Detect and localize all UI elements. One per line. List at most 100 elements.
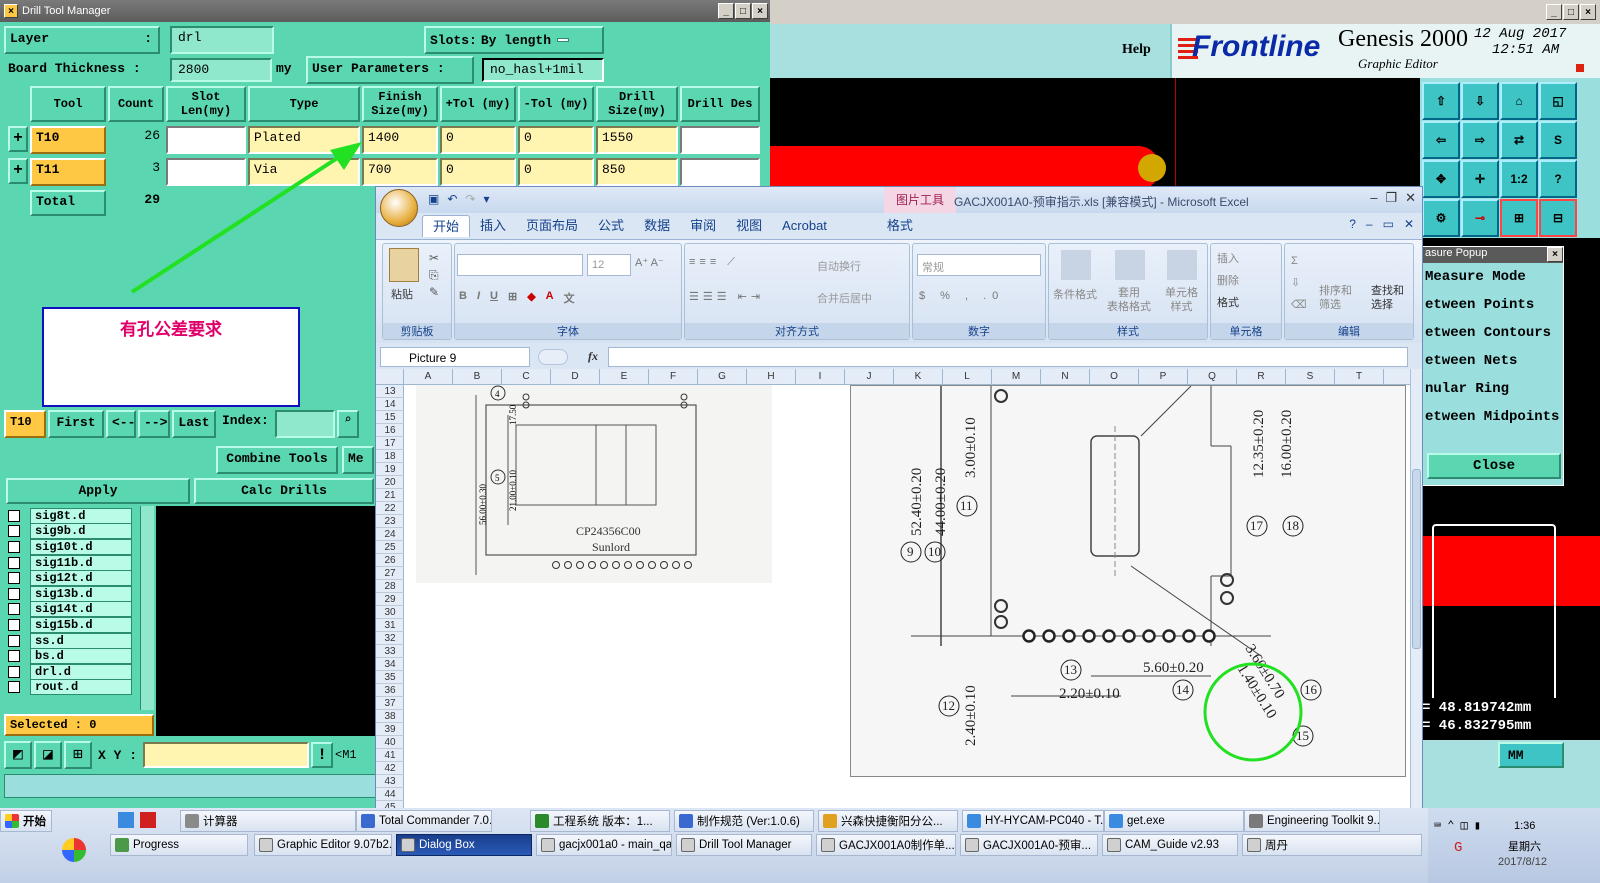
redo-icon[interactable]: ↷ xyxy=(465,192,475,206)
measure-close-button[interactable]: Close xyxy=(1427,453,1561,479)
layer-list-item[interactable]: sig9b.d xyxy=(8,523,132,540)
paste-icon[interactable] xyxy=(389,248,419,282)
column-header-k[interactable]: K xyxy=(894,369,943,385)
measure-mode-item[interactable]: etween Points xyxy=(1425,293,1563,321)
layer-checkbox[interactable] xyxy=(8,618,20,631)
office-button[interactable] xyxy=(380,189,418,227)
taskbar-item[interactable]: 制作规范 (Ver:1.0.6) xyxy=(674,810,814,832)
row-header[interactable]: 25 xyxy=(376,541,404,554)
expand-row-icon[interactable]: + xyxy=(8,126,28,152)
column-header-j[interactable]: J xyxy=(845,369,894,385)
column-header-e[interactable]: E xyxy=(600,369,649,385)
row-header[interactable]: 44 xyxy=(376,788,404,801)
toolbar-layers-icon[interactable]: ⊟ xyxy=(1539,199,1577,237)
tab-home[interactable]: 开始 xyxy=(422,215,471,237)
mini-canvas[interactable] xyxy=(1422,488,1600,704)
taskbar-item[interactable]: Engineering Toolkit 9.... xyxy=(1244,810,1380,832)
taskbar-item[interactable]: 兴森快捷衡阳分公... xyxy=(818,810,958,832)
tab-4[interactable]: 数据 xyxy=(634,215,680,237)
taskbar-item[interactable]: CAM_Guide v2.93 xyxy=(1102,834,1238,856)
tab-1[interactable]: 插入 xyxy=(470,215,516,237)
italic-icon[interactable]: I xyxy=(477,290,480,306)
font-color-icon[interactable]: A xyxy=(546,290,554,306)
minimize-icon[interactable]: _ xyxy=(1546,4,1562,20)
row-header[interactable]: 21 xyxy=(376,489,404,502)
row-header[interactable]: 26 xyxy=(376,554,404,567)
user-params-input[interactable]: no_hasl+1mil xyxy=(482,58,604,82)
measure-mode-item[interactable]: etween Nets xyxy=(1425,349,1563,377)
underline-icon[interactable]: U xyxy=(490,290,498,306)
column-header-f[interactable]: F xyxy=(649,369,698,385)
taskbar-item[interactable]: HY-HYCAM-PC040 - T... xyxy=(962,810,1104,832)
sort-filter-button[interactable]: 排序和 筛选 xyxy=(1319,284,1352,312)
ptol-input[interactable]: 0 xyxy=(440,126,516,154)
layer-list-item[interactable]: ss.d xyxy=(8,632,132,649)
ntol-input[interactable]: 0 xyxy=(518,126,594,154)
row-header[interactable]: 16 xyxy=(376,424,404,437)
tab-6[interactable]: 视图 xyxy=(726,215,772,237)
column-header-p[interactable]: P xyxy=(1139,369,1188,385)
keyboard-icon[interactable]: ⌨ xyxy=(1434,818,1441,833)
toolbar-zoom-window-icon[interactable]: ◱ xyxy=(1539,82,1577,120)
toolbar-house-icon[interactable]: ⌂ xyxy=(1500,82,1538,120)
layer-checkbox[interactable] xyxy=(8,665,20,678)
toolbar-measure-icon[interactable]: ⊸ xyxy=(1461,199,1499,237)
fill-color-icon[interactable]: ◆ xyxy=(527,290,535,306)
layer-checkbox[interactable] xyxy=(8,525,20,538)
calc-drills-button[interactable]: Calc Drills xyxy=(194,478,374,504)
layer-checkbox[interactable] xyxy=(8,556,20,569)
layer-list-item[interactable]: sig8t.d xyxy=(8,507,132,524)
layer-list-item[interactable]: sig10t.d xyxy=(8,538,132,555)
format-table-button[interactable]: 套用 表格格式 xyxy=(1107,286,1151,314)
tab-2[interactable]: 页面布局 xyxy=(516,215,588,237)
close-icon[interactable]: ✕ xyxy=(1405,190,1416,206)
layer-list-item[interactable]: rout.d xyxy=(8,679,132,696)
layer-list-item[interactable]: sig14t.d xyxy=(8,601,132,618)
expand-row-icon[interactable]: + xyxy=(8,158,28,184)
layer-checkbox[interactable] xyxy=(8,587,20,600)
font-size-select[interactable]: 12 xyxy=(587,254,631,276)
snap-icon[interactable]: ◪ xyxy=(34,741,62,769)
percent-icon[interactable]: $ % , .0 xyxy=(919,290,1004,302)
row-header[interactable]: 28 xyxy=(376,580,404,593)
type-select[interactable]: Plated xyxy=(248,126,360,154)
formula-input[interactable] xyxy=(608,347,1408,367)
picture-9[interactable]: 52.40±0.20 44.00±0.20 3.00±0.10 12.35±0.20 1… xyxy=(850,385,1406,777)
row-header[interactable]: 41 xyxy=(376,749,404,762)
layer-list-item[interactable]: sig15b.d xyxy=(8,616,132,633)
help-icon[interactable]: ? xyxy=(1349,217,1356,231)
column-header-l[interactable]: L xyxy=(943,369,992,385)
delete-button[interactable]: 删除 xyxy=(1217,270,1239,292)
finish-input[interactable]: 700 xyxy=(362,158,438,186)
row-header[interactable]: 29 xyxy=(376,593,404,606)
font-name-select[interactable] xyxy=(457,254,583,276)
taskbar-item[interactable]: Graphic Editor 9.07b2... xyxy=(254,834,392,856)
layer-checkbox[interactable] xyxy=(8,681,20,694)
row-header[interactable]: 20 xyxy=(376,476,404,489)
bold-icon[interactable]: B xyxy=(459,290,467,306)
taskbar-item[interactable]: gacjx001a0 - main_qa xyxy=(536,834,672,856)
row-header[interactable]: 23 xyxy=(376,515,404,528)
prev-button[interactable]: <-- xyxy=(106,410,136,438)
search-icon[interactable]: ⌕ xyxy=(336,410,359,438)
start-button[interactable]: 开始 xyxy=(0,810,52,832)
row-header[interactable]: 32 xyxy=(376,632,404,645)
row-header[interactable]: 33 xyxy=(376,645,404,658)
layer-list-item[interactable]: bs.d xyxy=(8,648,132,665)
drill-des-input[interactable] xyxy=(680,126,760,154)
horizontal-align-icon[interactable]: ☰☰☰ ⇤⇥ xyxy=(689,290,764,303)
restore-icon[interactable]: ▭ xyxy=(1383,217,1394,231)
tab-7[interactable]: Acrobat xyxy=(772,215,837,237)
row-header[interactable]: 40 xyxy=(376,736,404,749)
layer-list-scrollbar[interactable] xyxy=(140,506,154,710)
last-button[interactable]: Last xyxy=(172,410,216,438)
measure-mode-item[interactable]: Measure Mode xyxy=(1425,265,1563,293)
insert-button[interactable]: 插入 xyxy=(1217,248,1239,270)
row-header[interactable]: 18 xyxy=(376,450,404,463)
row-header[interactable]: 31 xyxy=(376,619,404,632)
layer-checkbox[interactable] xyxy=(8,540,20,553)
column-header-d[interactable]: D xyxy=(551,369,600,385)
wrap-text-button[interactable]: 自动换行 xyxy=(817,258,861,274)
row-header[interactable]: 24 xyxy=(376,528,404,541)
layer-list-item[interactable]: sig13b.d xyxy=(8,585,132,602)
